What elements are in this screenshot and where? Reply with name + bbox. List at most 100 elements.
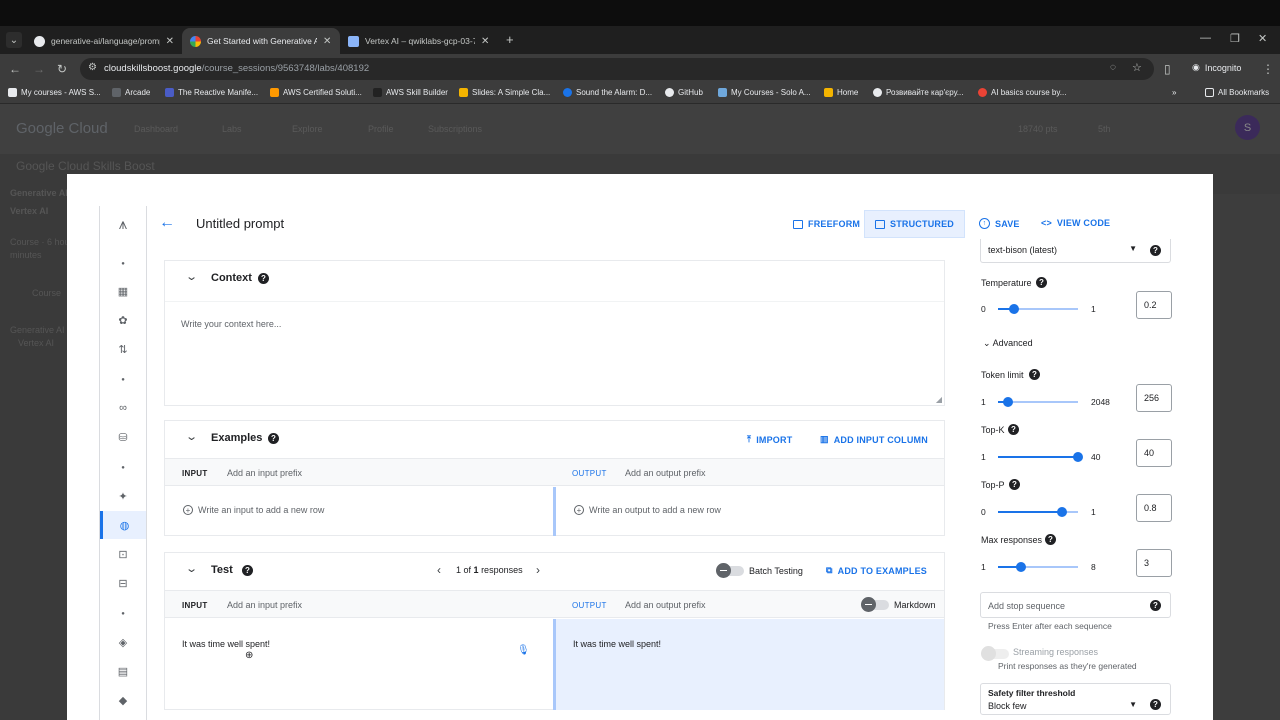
reload-icon[interactable]: ↻ bbox=[57, 62, 67, 76]
input-prefix-field[interactable]: Add an input prefix bbox=[227, 468, 302, 478]
menu-kebab-icon[interactable]: ⋮ bbox=[1262, 62, 1274, 76]
help-icon[interactable]: ? bbox=[1009, 479, 1020, 490]
workbench-icon[interactable]: ∞ bbox=[100, 398, 146, 418]
close-tab-icon[interactable]: ✕ bbox=[166, 36, 174, 47]
microphone-icon[interactable]: 🎙 bbox=[517, 645, 530, 656]
help-icon[interactable]: ? bbox=[1008, 424, 1019, 435]
token-limit-slider[interactable] bbox=[998, 397, 1078, 407]
maximize-icon[interactable]: ❐ bbox=[1230, 32, 1240, 45]
dashboard-icon[interactable]: ▦ bbox=[100, 281, 146, 301]
context-header[interactable]: ⌄ Context ? bbox=[165, 261, 944, 297]
vertex-ai-logo-icon[interactable]: ⩚ bbox=[100, 214, 146, 234]
incognito-indicator[interactable]: ◉ Incognito bbox=[1192, 62, 1241, 73]
close-tab-icon[interactable]: ✕ bbox=[481, 36, 489, 47]
endpoints-icon[interactable]: ▤ bbox=[100, 661, 146, 681]
stop-sequence-input[interactable]: Add stop sequence ? bbox=[980, 592, 1171, 618]
top-k-input[interactable]: 40 bbox=[1136, 439, 1172, 467]
structured-mode-button[interactable]: STRUCTURED bbox=[864, 210, 965, 238]
sparkle-icon[interactable]: ✦ bbox=[100, 486, 146, 506]
labeling-icon[interactable]: ⛁ bbox=[100, 427, 146, 447]
prompt-title[interactable]: Untitled prompt bbox=[196, 216, 284, 231]
language-icon[interactable]: ◍ bbox=[100, 511, 146, 539]
batch-testing-toggle[interactable] bbox=[716, 563, 744, 578]
bookmark-star-icon[interactable]: ☆ bbox=[1132, 61, 1142, 74]
add-to-examples-button[interactable]: ⧉ ADD TO EXAMPLES bbox=[826, 565, 927, 576]
back-arrow-icon[interactable]: ← bbox=[159, 214, 175, 232]
bookmark-item[interactable]: GitHub bbox=[665, 88, 703, 97]
chevron-down-icon[interactable]: ⌄ bbox=[185, 430, 198, 443]
column-divider[interactable] bbox=[553, 487, 556, 536]
address-bar[interactable]: ⚙ cloudskillsboost.google/course_session… bbox=[80, 58, 1154, 80]
pipelines-icon[interactable]: ⇅ bbox=[100, 339, 146, 359]
bookmark-item[interactable]: AWS Skill Builder bbox=[373, 88, 448, 97]
test-input-cell[interactable]: It was time well spent! ⊕ 🎙 bbox=[165, 619, 553, 710]
bookmark-item[interactable]: My courses - AWS S... bbox=[8, 88, 101, 97]
help-icon[interactable]: ? bbox=[242, 565, 253, 576]
chevron-down-icon[interactable]: ⌄ bbox=[185, 562, 198, 575]
temperature-input[interactable]: 0.2 bbox=[1136, 291, 1172, 319]
forward-icon[interactable]: → bbox=[33, 62, 45, 76]
tag-icon[interactable]: ◆ bbox=[100, 690, 146, 710]
side-panel-icon[interactable]: ▯ bbox=[1164, 62, 1171, 76]
view-code-button[interactable]: <> VIEW CODE bbox=[1041, 218, 1110, 228]
bookmark-item[interactable]: My Courses - Solo A... bbox=[718, 88, 811, 97]
help-icon[interactable]: ? bbox=[1150, 245, 1161, 256]
bookmark-item[interactable]: AI basics course by... bbox=[978, 88, 1066, 97]
add-input-row[interactable]: + Write an input to add a new row bbox=[183, 505, 324, 515]
model-garden-icon[interactable]: ✿ bbox=[100, 310, 146, 330]
import-button[interactable]: ⤒ IMPORT bbox=[747, 434, 792, 445]
browser-tab-2[interactable]: Get Started with Generative AI ✕ bbox=[182, 28, 340, 54]
help-icon[interactable]: ? bbox=[258, 273, 269, 284]
help-icon[interactable]: ? bbox=[268, 433, 279, 444]
test-input-text[interactable]: It was time well spent! bbox=[182, 639, 270, 649]
browser-tab-3[interactable]: Vertex AI – qwiklabs-gcp-03-70 ✕ bbox=[340, 28, 498, 54]
tab-search-icon[interactable]: ⌄ bbox=[6, 32, 22, 48]
top-p-slider[interactable] bbox=[998, 507, 1078, 517]
markdown-toggle[interactable] bbox=[861, 597, 889, 612]
add-input-column-button[interactable]: ▥ ADD INPUT COLUMN bbox=[820, 434, 928, 445]
temperature-slider[interactable] bbox=[998, 304, 1078, 314]
close-window-icon[interactable]: ✕ bbox=[1258, 32, 1267, 45]
freeform-mode-button[interactable]: FREEFORM bbox=[783, 210, 870, 238]
site-info-icon[interactable]: ⚙ bbox=[88, 62, 97, 73]
bookmark-item[interactable]: The Reactive Manife... bbox=[165, 88, 258, 97]
chevron-down-icon[interactable]: ⌄ bbox=[185, 270, 198, 283]
token-limit-input[interactable]: 256 bbox=[1136, 384, 1172, 412]
model-select[interactable]: text-bison (latest) ▼ ? bbox=[980, 239, 1171, 263]
close-tab-icon[interactable]: ✕ bbox=[323, 36, 331, 47]
minimize-icon[interactable]: — bbox=[1200, 32, 1211, 44]
safety-filter-select[interactable]: Safety filter threshold Block few ▼ ? bbox=[980, 683, 1171, 715]
all-bookmarks[interactable]: All Bookmarks bbox=[1205, 88, 1269, 97]
output-prefix-field[interactable]: Add an output prefix bbox=[625, 468, 706, 478]
more-bookmarks-icon[interactable]: » bbox=[1172, 88, 1176, 97]
back-icon[interactable]: ← bbox=[9, 62, 21, 76]
max-responses-slider[interactable] bbox=[998, 562, 1078, 572]
bookmark-item[interactable]: AWS Certified Soluti... bbox=[270, 88, 362, 97]
input-prefix-field[interactable]: Add an input prefix bbox=[227, 600, 302, 610]
top-p-input[interactable]: 0.8 bbox=[1136, 494, 1172, 522]
advanced-toggle[interactable]: ⌄ Advanced bbox=[983, 338, 1033, 349]
bookmark-item[interactable]: Slides: A Simple Cla... bbox=[459, 88, 550, 97]
context-textarea[interactable]: Write your context here... ◢ bbox=[165, 301, 944, 405]
help-icon[interactable]: ? bbox=[1045, 534, 1056, 545]
browser-tab-1[interactable]: generative-ai/language/prompt ✕ bbox=[26, 28, 182, 54]
bookmark-item[interactable]: Sound the Alarm: D... bbox=[563, 88, 652, 97]
bookmark-item[interactable]: Home bbox=[824, 88, 858, 97]
speech-icon[interactable]: ⊟ bbox=[100, 573, 146, 593]
help-icon[interactable]: ? bbox=[1150, 699, 1161, 710]
prev-response-icon[interactable]: ‹ bbox=[437, 563, 441, 577]
bookmark-item[interactable]: Розвивайте кар'єру... bbox=[873, 88, 963, 97]
output-prefix-field[interactable]: Add an output prefix bbox=[625, 600, 706, 610]
help-icon[interactable]: ? bbox=[1036, 277, 1047, 288]
bookmark-item[interactable]: Arcade bbox=[112, 88, 150, 97]
help-icon[interactable]: ? bbox=[1150, 600, 1161, 611]
add-output-row[interactable]: + Write an output to add a new row bbox=[574, 505, 721, 515]
max-responses-input[interactable]: 3 bbox=[1136, 549, 1172, 577]
streaming-toggle[interactable] bbox=[981, 646, 1009, 661]
new-tab-icon[interactable]: + bbox=[506, 32, 514, 47]
resize-handle-icon[interactable]: ◢ bbox=[936, 395, 942, 404]
save-button[interactable]: ↑ SAVE bbox=[979, 218, 1020, 229]
models-icon[interactable]: ◈ bbox=[100, 632, 146, 652]
vision-icon[interactable]: ⊡ bbox=[100, 544, 146, 564]
eye-off-icon[interactable]: ◌ bbox=[1110, 62, 1116, 73]
